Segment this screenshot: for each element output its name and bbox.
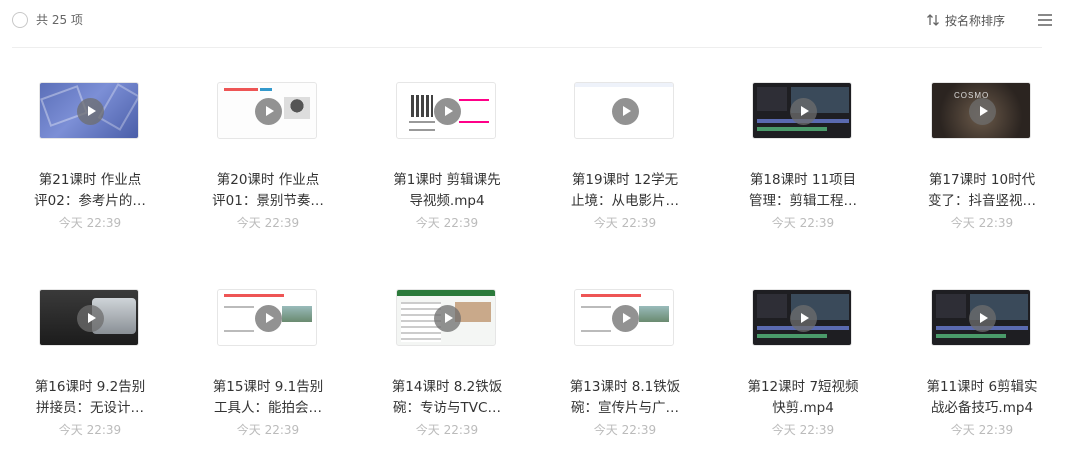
video-thumbnail bbox=[396, 82, 496, 139]
file-item[interactable]: 第1课时 剪辑课先 导视频.mp4 今天 22:39 bbox=[372, 82, 522, 242]
file-time: 今天 22:39 bbox=[415, 216, 479, 230]
file-title: 第19课时 12学无 止境：从电影片… bbox=[571, 172, 679, 209]
play-icon bbox=[255, 98, 282, 125]
video-thumbnail bbox=[752, 289, 852, 346]
file-title: 第20课时 作业点 评01：景别节奏… bbox=[212, 172, 324, 209]
file-item[interactable]: COSMO 第17课时 10时代 变了：抖音竖视… 今天 22:39 bbox=[907, 82, 1057, 242]
file-time: 今天 22:39 bbox=[236, 216, 300, 230]
view-menu-icon[interactable] bbox=[1038, 14, 1052, 26]
play-icon bbox=[790, 98, 817, 125]
sort-by-name-button[interactable]: 按名称排序 bbox=[926, 11, 1005, 29]
video-thumbnail bbox=[217, 82, 317, 139]
file-title: 第16课时 9.2告别 拼接员：无设计… bbox=[34, 379, 146, 416]
file-item[interactable]: 第15课时 9.1告别 工具人：能拍会… 今天 22:39 bbox=[193, 289, 343, 449]
file-title: 第18课时 11项目 管理：剪辑工程… bbox=[749, 172, 857, 209]
file-title: 第17课时 10时代 变了：抖音竖视… bbox=[928, 172, 1036, 209]
select-all-checkbox[interactable] bbox=[12, 12, 28, 28]
file-title: 第14课时 8.2铁饭 碗：专访与TVC… bbox=[391, 379, 503, 416]
play-icon bbox=[790, 305, 817, 332]
play-icon bbox=[255, 305, 282, 332]
file-time: 今天 22:39 bbox=[415, 423, 479, 437]
file-time: 今天 22:39 bbox=[593, 216, 657, 230]
video-thumbnail bbox=[752, 82, 852, 139]
file-item[interactable]: 第21课时 作业点 评02：参考片的… 今天 22:39 bbox=[15, 82, 165, 242]
file-title: 第1课时 剪辑课先 导视频.mp4 bbox=[393, 172, 501, 209]
file-time: 今天 22:39 bbox=[771, 423, 835, 437]
play-icon bbox=[969, 98, 996, 125]
video-thumbnail bbox=[396, 289, 496, 346]
play-icon bbox=[434, 98, 461, 125]
play-icon bbox=[77, 305, 104, 332]
file-item[interactable]: 第14课时 8.2铁饭 碗：专访与TVC… 今天 22:39 bbox=[372, 289, 522, 449]
file-time: 今天 22:39 bbox=[58, 423, 122, 437]
video-thumbnail bbox=[574, 289, 674, 346]
video-thumbnail bbox=[931, 289, 1031, 346]
file-title: 第12课时 7短视频 快剪.mp4 bbox=[747, 379, 859, 416]
play-icon bbox=[434, 305, 461, 332]
video-thumbnail bbox=[574, 82, 674, 139]
file-time: 今天 22:39 bbox=[58, 216, 122, 230]
video-thumbnail bbox=[217, 289, 317, 346]
file-time: 今天 22:39 bbox=[950, 423, 1014, 437]
file-item[interactable]: 第16课时 9.2告别 拼接员：无设计… 今天 22:39 bbox=[15, 289, 165, 449]
file-item[interactable]: 第11课时 6剪辑实 战必备技巧.mp4 今天 22:39 bbox=[907, 289, 1057, 449]
qr-code-icon bbox=[411, 95, 433, 117]
video-thumbnail: COSMO bbox=[931, 82, 1031, 139]
file-item[interactable]: 第12课时 7短视频 快剪.mp4 今天 22:39 bbox=[728, 289, 878, 449]
file-item[interactable]: 第19课时 12学无 止境：从电影片… 今天 22:39 bbox=[550, 82, 700, 242]
file-time: 今天 22:39 bbox=[236, 423, 300, 437]
sort-label: 按名称排序 bbox=[945, 13, 1006, 28]
item-count: 共 25 项 bbox=[36, 13, 83, 27]
play-icon bbox=[612, 305, 639, 332]
sort-icon bbox=[927, 14, 939, 26]
divider bbox=[12, 47, 1042, 48]
file-title: 第11课时 6剪辑实 战必备技巧.mp4 bbox=[926, 379, 1038, 416]
file-item[interactable]: 第13课时 8.1铁饭 碗：宣传片与广… 今天 22:39 bbox=[550, 289, 700, 449]
file-time: 今天 22:39 bbox=[593, 423, 657, 437]
play-icon bbox=[612, 98, 639, 125]
file-title: 第13课时 8.1铁饭 碗：宣传片与广… bbox=[569, 379, 681, 416]
file-item[interactable]: 第18课时 11项目 管理：剪辑工程… 今天 22:39 bbox=[728, 82, 878, 242]
file-item[interactable]: 第20课时 作业点 评01：景别节奏… 今天 22:39 bbox=[193, 82, 343, 242]
video-thumbnail bbox=[39, 82, 139, 139]
play-icon bbox=[969, 305, 996, 332]
file-time: 今天 22:39 bbox=[771, 216, 835, 230]
play-icon bbox=[77, 98, 104, 125]
toolbar: 共 25 项 按名称排序 bbox=[0, 0, 1070, 48]
file-time: 今天 22:39 bbox=[950, 216, 1014, 230]
file-title: 第21课时 作业点 评02：参考片的… bbox=[34, 172, 146, 209]
video-thumbnail bbox=[39, 289, 139, 346]
file-title: 第15课时 9.1告别 工具人：能拍会… bbox=[212, 379, 324, 416]
